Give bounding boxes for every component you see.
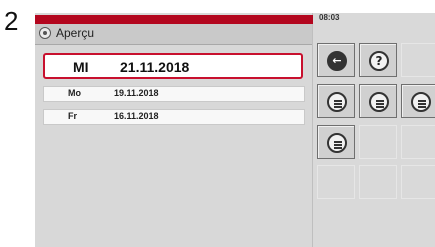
empty-cell	[401, 165, 435, 199]
main-screen: Aperçu MI 21.11.2018 Mo 19.11.2018 Fr 16…	[35, 13, 312, 247]
screen-title: Aperçu	[56, 26, 95, 40]
entry-date: 16.11.2018	[114, 111, 159, 121]
list-settings-button[interactable]	[317, 125, 355, 159]
list-settings-button[interactable]	[401, 84, 435, 118]
entry-date: 19.11.2018	[114, 88, 159, 98]
list-item[interactable]: Fr 16.11.2018	[43, 109, 305, 125]
list-settings-icon	[369, 92, 389, 112]
list-settings-button[interactable]	[317, 84, 355, 118]
entry-day: Mo	[68, 88, 81, 98]
status-bar-end	[309, 15, 313, 24]
screen-header: Aperçu	[35, 24, 312, 45]
list-settings-button[interactable]	[359, 84, 397, 118]
list-settings-icon	[411, 92, 431, 112]
empty-cell	[359, 165, 397, 199]
empty-cell	[401, 125, 435, 159]
list-settings-icon	[327, 92, 347, 112]
entry-day: Fr	[68, 111, 77, 121]
device-screen: Aperçu MI 21.11.2018 Mo 19.11.2018 Fr 16…	[35, 13, 435, 247]
overview-icon	[39, 27, 51, 39]
empty-cell	[359, 125, 397, 159]
selected-entry-row[interactable]: MI 21.11.2018	[43, 53, 303, 79]
step-number: 2	[4, 6, 19, 36]
status-bar	[35, 15, 312, 24]
button-panel: 08:03 ← ?	[309, 13, 435, 247]
back-button[interactable]: ←	[317, 43, 355, 77]
clock: 08:03	[319, 13, 340, 22]
help-button[interactable]: ?	[359, 43, 397, 77]
empty-cell	[317, 165, 355, 199]
help-icon: ?	[369, 51, 389, 71]
selected-entry-date: 21.11.2018	[120, 59, 190, 75]
list-settings-icon	[327, 133, 347, 153]
list-item[interactable]: Mo 19.11.2018	[43, 86, 305, 102]
empty-cell	[401, 43, 435, 77]
back-arrow-icon: ←	[327, 51, 347, 71]
selected-entry-day: MI	[73, 59, 89, 75]
